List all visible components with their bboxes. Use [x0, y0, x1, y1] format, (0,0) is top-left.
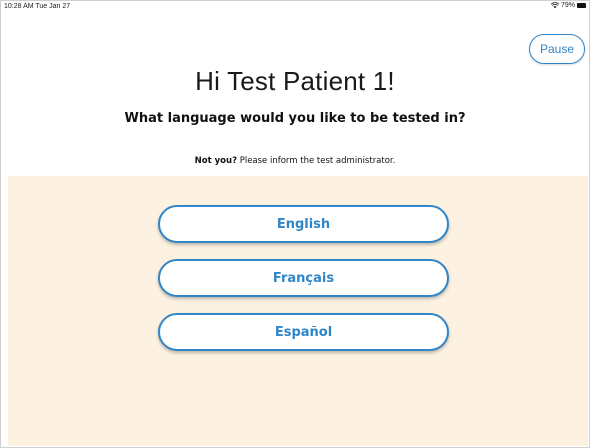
- wifi-icon: [550, 2, 559, 9]
- language-button-english[interactable]: English: [158, 205, 449, 243]
- page-title: Hi Test Patient 1!: [195, 66, 395, 96]
- language-question: What language would you like to be teste…: [124, 111, 466, 126]
- not-you-message: Please inform the test administrator.: [237, 156, 396, 166]
- not-you-notice: Not you? Please inform the test administ…: [0, 156, 590, 166]
- language-button-francais[interactable]: Français: [158, 259, 449, 297]
- language-button-espanol[interactable]: Español: [158, 313, 449, 351]
- status-bar: 10:28 AM Tue Jan 27 79%: [0, 0, 590, 14]
- app-screen: 10:28 AM Tue Jan 27 79% Pause Hi Test Pa…: [0, 0, 590, 448]
- battery-icon: [577, 3, 586, 8]
- status-time: 10:28 AM Tue Jan 27: [4, 3, 71, 10]
- not-you-emphasis: Not you?: [194, 156, 237, 166]
- battery-percent: 79%: [560, 2, 575, 9]
- status-indicators: 79%: [550, 2, 586, 9]
- pause-button[interactable]: Pause: [529, 34, 585, 64]
